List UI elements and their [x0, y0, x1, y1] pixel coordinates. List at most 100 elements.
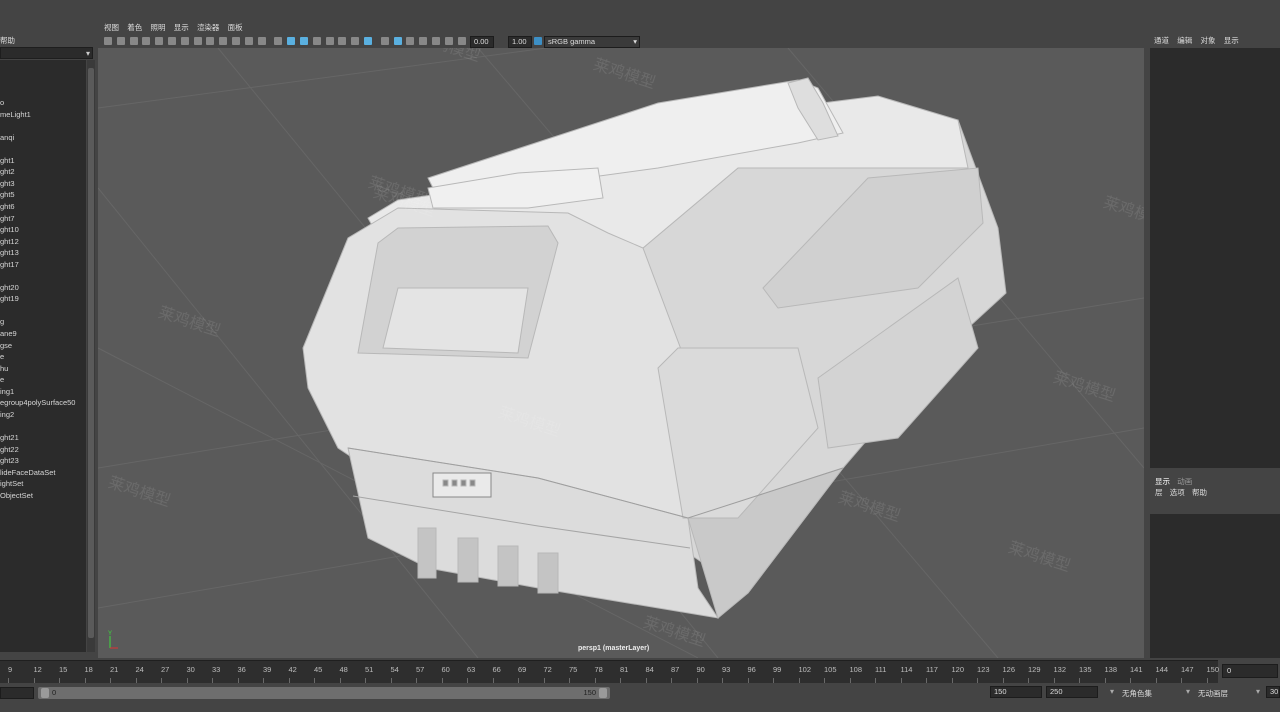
camera-attr-icon[interactable]	[116, 37, 125, 45]
outliner-item[interactable]: ght19	[0, 293, 19, 304]
menu-show[interactable]: 显示	[174, 21, 189, 35]
default-material-icon[interactable]	[287, 37, 296, 45]
outliner-item[interactable]: ght5	[0, 189, 15, 200]
3d-viewport[interactable]: Y 莱鸡模型 莱鸡模型 莱鸡模型 莱鸡模型 莱鸡模型 莱鸡模型 莱鸡模型 莱鸡模型 莱鸡模型 莱鸡…	[98, 48, 1144, 658]
color-management-icon[interactable]	[534, 37, 542, 45]
range-slider[interactable]: 0 150	[38, 687, 610, 699]
timeline-tick-label: 120	[951, 665, 965, 674]
safe-action-icon[interactable]	[232, 37, 240, 45]
outliner-item[interactable]: ght22	[0, 444, 19, 455]
outliner-item[interactable]: ght3	[0, 178, 15, 189]
anim-end-field[interactable]: 150	[990, 686, 1042, 698]
outliner-item[interactable]: ght1	[0, 155, 15, 166]
time-slider[interactable]: 9 12 15 18 21 24 27 30 33 36 39 42 45 48 51 54 57 60 63 66 6…	[0, 660, 1219, 683]
resolution-gate-icon[interactable]	[193, 37, 202, 45]
tab-display[interactable]: 显示	[1155, 476, 1170, 487]
menu-edit[interactable]: 编辑	[1177, 34, 1192, 48]
grease-pencil-icon[interactable]	[155, 37, 164, 45]
menu-lighting[interactable]: 照明	[150, 21, 165, 35]
outliner-item[interactable]: ightSet	[0, 478, 23, 489]
menu-panels[interactable]: 面板	[228, 21, 243, 35]
xray-icon[interactable]	[300, 37, 308, 45]
range-start-handle[interactable]	[41, 688, 49, 698]
menu-help[interactable]: 帮助	[1192, 487, 1207, 499]
isolate-icon[interactable]	[406, 37, 415, 45]
menu-options[interactable]: 选项	[1170, 487, 1185, 499]
exposure-field[interactable]: 0.00	[470, 36, 494, 48]
outliner-item[interactable]: ght12	[0, 236, 19, 247]
outliner-item[interactable]: meLight1	[0, 109, 31, 120]
image-plane-icon[interactable]	[142, 37, 151, 45]
start-time-field[interactable]	[0, 687, 34, 699]
character-set-dropdown[interactable]: 无角色集	[1122, 688, 1152, 699]
wireframe-icon[interactable]	[257, 37, 266, 45]
outliner-item[interactable]: e	[0, 351, 4, 362]
fps-field[interactable]: 30	[1266, 686, 1280, 698]
layer-list[interactable]	[1150, 514, 1280, 658]
outliner-item[interactable]: ght21	[0, 432, 19, 443]
xray-joints-icon[interactable]	[419, 37, 428, 45]
menu-view[interactable]: 视图	[104, 21, 119, 35]
outliner-item[interactable]: ing1	[0, 386, 14, 397]
field-chart-icon[interactable]	[219, 37, 228, 45]
outliner-item[interactable]: ght13	[0, 247, 19, 258]
outliner-menu-help[interactable]: 帮助	[0, 35, 15, 46]
lights-icon[interactable]	[325, 37, 334, 45]
menu-channels[interactable]: 通道	[1154, 34, 1169, 48]
timeline-tick-label: 102	[798, 665, 812, 674]
film-gate-icon[interactable]	[180, 37, 189, 45]
outliner-item[interactable]: ing2	[0, 409, 14, 420]
outliner-item[interactable]: ght7	[0, 213, 15, 224]
outliner-item[interactable]: ght6	[0, 201, 15, 212]
outliner-item[interactable]: ght17	[0, 259, 19, 270]
smooth-shade-icon[interactable]	[274, 37, 283, 45]
shadows-icon[interactable]	[338, 37, 347, 45]
outliner-item[interactable]: gse	[0, 340, 12, 351]
menu-layers[interactable]: 层	[1155, 487, 1163, 499]
timeline-tick-mark	[59, 678, 60, 683]
outliner-filter-dropdown[interactable]: ▾	[0, 47, 93, 59]
outliner-list[interactable]: o meLight1 anqi ght1 ght2 ght3 ght5 ght6 ght7 ght…	[0, 60, 86, 652]
tab-animation[interactable]: 动画	[1177, 476, 1192, 487]
exposure-icon[interactable]	[457, 37, 466, 45]
outliner-item[interactable]: lideFaceDataSet	[0, 467, 55, 478]
outliner-item[interactable]: g	[0, 316, 4, 327]
gamma-field[interactable]: 1.00	[508, 36, 532, 48]
outliner-scrollbar[interactable]	[87, 60, 95, 652]
camera-select-icon[interactable]	[104, 37, 112, 45]
menu-shading[interactable]: 着色	[127, 21, 142, 35]
outliner-item[interactable]: ght2	[0, 166, 15, 177]
menu-show[interactable]: 显示	[1224, 34, 1239, 48]
outliner-item[interactable]: ght23	[0, 455, 19, 466]
outliner-item[interactable]: ght10	[0, 224, 19, 235]
anim-layer-dropdown[interactable]: 无动画层	[1198, 688, 1228, 699]
anti-alias-icon[interactable]	[380, 37, 389, 45]
range-end-handle[interactable]	[599, 688, 607, 698]
hud-icon[interactable]	[444, 37, 453, 45]
menu-renderer[interactable]: 渲染器	[197, 21, 220, 35]
gate-mask-icon[interactable]	[206, 37, 215, 45]
channel-box[interactable]	[1150, 48, 1280, 468]
grid-icon[interactable]	[168, 37, 176, 45]
scrollbar-thumb[interactable]	[88, 68, 94, 638]
ambient-occlusion-icon[interactable]	[351, 37, 360, 45]
menu-object[interactable]: 对象	[1200, 34, 1215, 48]
current-frame-field[interactable]: 0	[1222, 664, 1278, 678]
outliner-item[interactable]: ObjectSet	[0, 490, 33, 501]
textured-icon[interactable]	[312, 37, 321, 45]
outliner-item[interactable]: egroup4polySurface50	[0, 397, 75, 408]
outliner-item[interactable]: ght20	[0, 282, 19, 293]
motion-blur-icon[interactable]	[364, 37, 372, 45]
color-space-dropdown[interactable]: sRGB gamma ▾	[544, 36, 640, 48]
safe-title-icon[interactable]	[244, 37, 253, 45]
xray-active-icon[interactable]	[432, 37, 440, 45]
max-end-field[interactable]: 250	[1046, 686, 1098, 698]
bookmark-icon[interactable]	[129, 37, 138, 45]
outliner-item[interactable]: o	[0, 97, 4, 108]
timeline-tick-label: 135	[1079, 665, 1092, 674]
outliner-item[interactable]: e	[0, 374, 4, 385]
dof-icon[interactable]	[393, 37, 402, 45]
outliner-item[interactable]: ane9	[0, 328, 17, 339]
outliner-item[interactable]: anqi	[0, 132, 14, 143]
outliner-item[interactable]: hu	[0, 363, 8, 374]
